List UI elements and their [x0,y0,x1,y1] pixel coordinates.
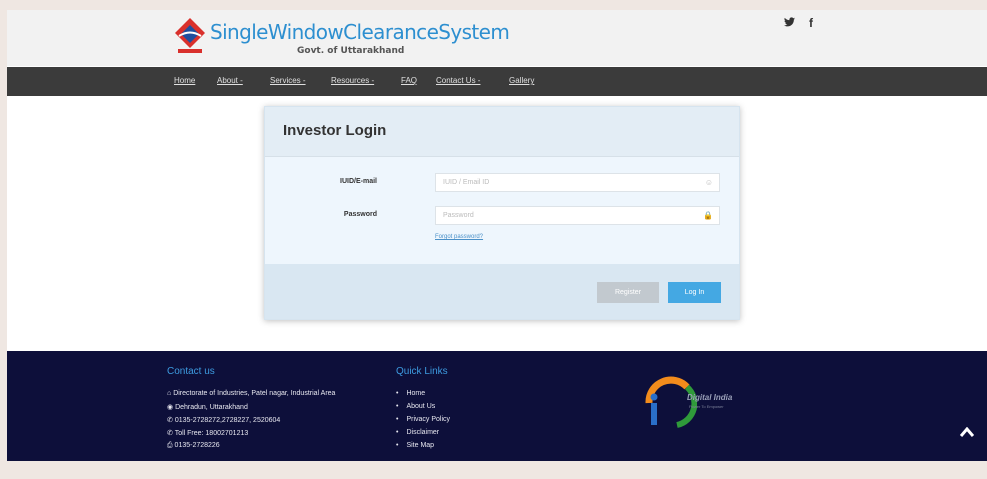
twitter-icon[interactable] [784,16,795,30]
site-title[interactable]: SingleWindowClearanceSystem [210,20,510,44]
footer-link-disclaimer[interactable]: • Disclaimer [396,429,439,436]
nav-contact[interactable]: Contact Us - [436,76,480,85]
digital-india-logo[interactable] [637,373,697,435]
contact-address: ⌂ Directorate of Industries, Patel nagar… [167,390,336,397]
login-panel: Investor Login IUID/E-mail IUID / Email … [264,106,740,320]
password-label: Password [343,211,377,218]
site-footer: Contact us ⌂ Directorate of Industries, … [7,351,987,461]
contact-city: ◉ Dehradun, Uttarakhand [167,404,248,411]
nav-about[interactable]: About - [217,76,243,85]
login-panel-footer: Register Log In [265,264,739,319]
quick-links-heading: Quick Links [396,366,448,377]
scroll-to-top-icon[interactable] [959,424,975,442]
user-icon: ☺ [704,178,713,187]
page-frame: SingleWindowClearanceSystem Govt. of Utt… [7,10,987,461]
footer-link-privacy[interactable]: • Privacy Policy [396,416,450,423]
digital-india-text: Digital India [687,393,733,402]
nav-services[interactable]: Services - [270,76,306,85]
iuid-label: IUID/E-mail [340,178,377,185]
iuid-placeholder: IUID / Email ID [443,179,490,186]
contact-tollfree: ✆ Toll Free: 18002701213 [167,430,249,437]
login-panel-header: Investor Login [265,107,739,157]
forgot-password-link[interactable]: Forgot password? [435,234,483,240]
footer-link-about[interactable]: • About Us [396,403,435,410]
contact-heading: Contact us [167,366,215,377]
iuid-input[interactable]: IUID / Email ID ☺ [435,173,720,192]
digital-india-tagline: Power To Empower [689,404,724,409]
nav-resources[interactable]: Resources - [331,76,374,85]
lock-icon: 🔒 [703,211,713,220]
site-subtitle: Govt. of Uttarakhand [297,46,405,56]
login-title: Investor Login [283,122,387,139]
password-placeholder: Password [443,212,474,219]
footer-link-sitemap[interactable]: • Site Map [396,442,434,449]
nav-gallery[interactable]: Gallery [509,76,534,85]
register-button[interactable]: Register [597,282,659,303]
password-input[interactable]: Password 🔒 [435,206,720,225]
facebook-icon[interactable]: f [809,16,813,30]
nav-home[interactable]: Home [174,76,195,85]
login-button[interactable]: Log In [668,282,721,303]
contact-fax: ⎙ 0135-2728226 [167,442,220,449]
main-nav: Home About - Services - Resources - FAQ … [7,67,987,96]
uttarakhand-emblem-icon[interactable] [173,16,207,56]
site-header: SingleWindowClearanceSystem Govt. of Utt… [7,10,987,66]
contact-phone: ✆ 0135-2728272,2728227, 2520604 [167,417,281,424]
nav-faq[interactable]: FAQ [401,76,417,85]
footer-link-home[interactable]: • Home [396,390,425,397]
